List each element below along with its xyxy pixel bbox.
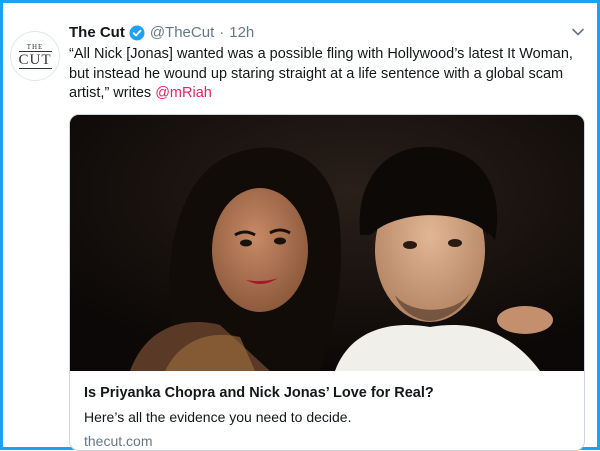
avatar[interactable]: THE CUT [10, 31, 60, 81]
author-name[interactable]: The Cut [69, 23, 125, 43]
couple-photo-illustration [70, 115, 584, 371]
author-handle[interactable]: @TheCut [150, 23, 214, 43]
card-photo[interactable] [70, 115, 584, 371]
chevron-down-icon[interactable] [571, 25, 585, 39]
card-title[interactable]: Is Priyanka Chopra and Nick Jonas’ Love … [84, 385, 434, 401]
tweet-timestamp[interactable]: 12h [229, 23, 254, 43]
card-domain[interactable]: thecut.com [84, 433, 152, 449]
verified-badge-icon [129, 25, 145, 41]
avatar-logo-top: THE [26, 43, 44, 51]
tweet-text: “All Nick [Jonas] wanted was a possible … [69, 45, 589, 104]
avatar-logo-bottom: CUT [18, 51, 52, 69]
tweet-body: “All Nick [Jonas] wanted was a possible … [69, 46, 573, 101]
mention-link[interactable]: @mRiah [155, 85, 212, 101]
header-separator: · [219, 24, 225, 41]
card-description: Here’s all the evidence you need to deci… [84, 409, 352, 425]
tweet-frame: THE CUT The Cut @TheCut · 12h “All Nick … [0, 0, 600, 451]
tweet-header: The Cut @TheCut · 12h [69, 23, 254, 43]
link-card[interactable]: Is Priyanka Chopra and Nick Jonas’ Love … [69, 114, 585, 451]
